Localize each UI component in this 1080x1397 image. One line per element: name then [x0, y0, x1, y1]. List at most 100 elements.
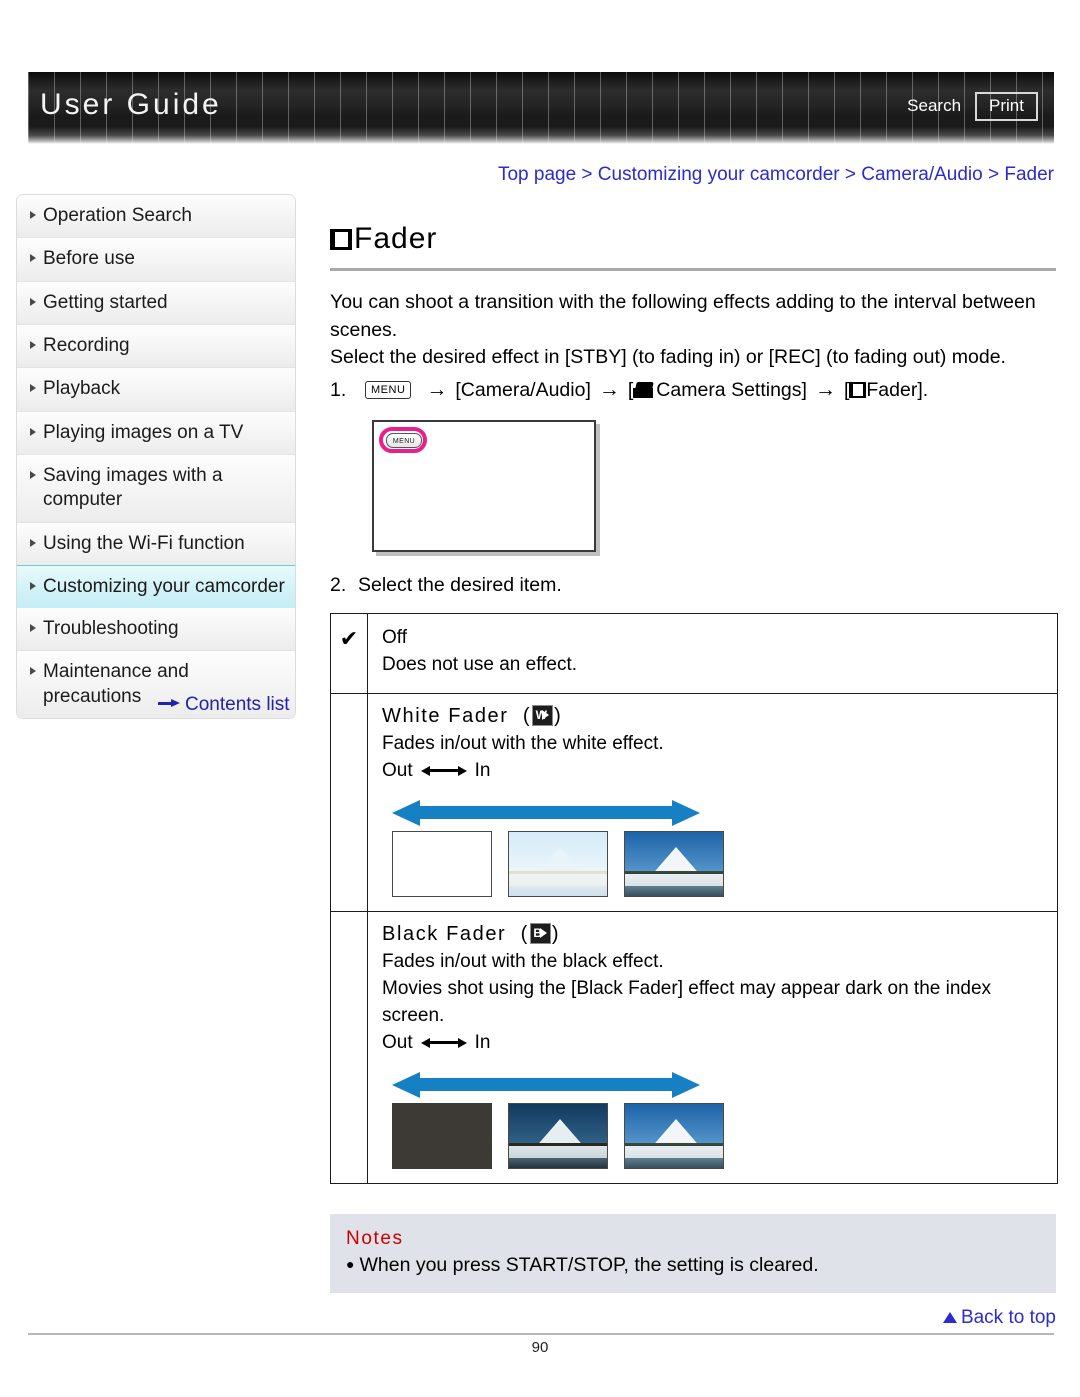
- chevron-right-icon: [30, 340, 36, 349]
- double-arrow-icon: [420, 1037, 467, 1049]
- intro-paragraph: You can shoot a transition with the foll…: [330, 289, 1056, 372]
- site-title: User Guide: [40, 88, 222, 121]
- checkmark-icon: ✔: [331, 614, 368, 693]
- transition-arrow-icon: [392, 799, 700, 826]
- sidebar-item-playing-images-on-a-tv[interactable]: Playing images on a TV: [17, 411, 295, 455]
- notes-title: Notes: [346, 1227, 404, 1249]
- table-row[interactable]: Black Fader (B) Fades in/out with the bl…: [331, 911, 1057, 1183]
- paren-close: ): [554, 705, 563, 727]
- chevron-right-icon: [30, 254, 36, 263]
- black-fader-sequence: [392, 1102, 1043, 1169]
- sidebar-item-label: Customizing your camcorder: [43, 575, 285, 597]
- triangle-up-icon: [942, 1311, 957, 1323]
- menu-button-glyph[interactable]: MENU: [386, 433, 422, 449]
- breadcrumb[interactable]: Top page > Customizing your camcorder > …: [330, 164, 1054, 186]
- chevron-right-icon: [30, 427, 36, 436]
- transition-arrow-icon: [392, 1071, 700, 1098]
- contents-list-label: Contents list: [185, 694, 290, 715]
- paren-open: (: [515, 705, 532, 727]
- footer-divider: [28, 1333, 1054, 1335]
- chevron-right-icon: [30, 667, 36, 676]
- thumbnail-black-faded: [508, 1102, 608, 1169]
- thumbnail-white-blank: [392, 830, 492, 897]
- chevron-right-icon: [30, 624, 36, 633]
- checkmark-placeholder: [331, 911, 368, 1183]
- fader-film-icon: [330, 228, 352, 250]
- play-triangle-icon: [542, 710, 550, 720]
- sidebar-item-label: Operation Search: [43, 205, 192, 226]
- step-1-number: 1.: [330, 378, 347, 401]
- sidebar-item-label: Getting started: [43, 291, 168, 313]
- sidebar-item-using-the-wifi-function[interactable]: Using the Wi-Fi function: [17, 522, 295, 566]
- sidebar-item-before-use[interactable]: Before use: [17, 238, 295, 282]
- print-button[interactable]: Print: [975, 92, 1038, 121]
- notes-item-text: When you press START/STOP, the setting i…: [359, 1253, 819, 1276]
- checkmark-placeholder: [331, 694, 368, 911]
- sidebar-item-troubleshooting[interactable]: Troubleshooting: [17, 608, 295, 652]
- option-desc-off: Does not use an effect.: [382, 654, 578, 676]
- thumbnail-white-faded: [508, 830, 608, 897]
- sidebar-item-playback[interactable]: Playback: [17, 368, 295, 412]
- option-desc-black-fader-1: Fades in/out with the black effect.: [382, 950, 664, 972]
- sidebar-item-label: Using the Wi-Fi function: [43, 532, 245, 554]
- menu-screen-diagram: MENU: [372, 420, 596, 553]
- step-2-text: Select the desired item.: [358, 574, 562, 597]
- arrow-right-icon: [158, 699, 180, 708]
- arrow-right-icon: →: [598, 378, 620, 402]
- contents-list-link[interactable]: Contents list: [158, 694, 290, 716]
- out-label: Out: [382, 759, 413, 781]
- step-2: 2. Select the desired item.: [330, 574, 1056, 597]
- step-1-camera-audio: [Camera/Audio]: [455, 378, 591, 401]
- option-label: Black Fader: [382, 922, 507, 945]
- search-button[interactable]: Search: [907, 96, 961, 116]
- sidebar-item-label: Troubleshooting: [43, 618, 179, 640]
- notes-box: Notes ● When you press START/STOP, the se…: [330, 1213, 1056, 1293]
- sidebar-item-operation-search[interactable]: Operation Search: [17, 195, 295, 239]
- step-2-number: 2.: [330, 574, 347, 597]
- chevron-right-icon: [30, 297, 36, 306]
- fader-options-table: ✔ Off Does not use an effect. White Fade…: [330, 613, 1058, 1184]
- intro-line-1: You can shoot a transition with the foll…: [330, 291, 1036, 341]
- paren-open: (: [513, 922, 529, 945]
- sidebar-item-getting-started[interactable]: Getting started: [17, 281, 295, 325]
- page-title-label: Fader: [354, 222, 438, 255]
- white-fader-icon: W: [532, 705, 554, 726]
- paren-close: ): [551, 922, 561, 945]
- camera-settings-icon: [633, 382, 654, 399]
- play-triangle-icon: [539, 927, 547, 938]
- option-desc-white-fader: Fades in/out with the white effect.: [382, 733, 664, 754]
- back-to-top-link[interactable]: Back to top: [330, 1307, 1056, 1329]
- white-fader-sequence: [392, 830, 1043, 897]
- sidebar-item-customizing-your-camcorder[interactable]: Customizing your camcorder: [17, 564, 295, 610]
- black-fader-icon: B: [529, 922, 551, 944]
- thumbnail-white-full: [624, 830, 724, 897]
- sidebar-item-label: Playback: [43, 378, 121, 400]
- option-body: Off Does not use an effect.: [368, 614, 1057, 693]
- out-label: Out: [382, 1031, 413, 1053]
- bullet-icon: ●: [346, 1255, 355, 1272]
- sidebar-item-label: Before use: [43, 248, 135, 270]
- page-title: Fader: [330, 222, 1056, 256]
- chevron-right-icon: [30, 538, 36, 547]
- fader-film-icon: [849, 382, 867, 399]
- step-1-fader: Fader].: [866, 378, 929, 401]
- menu-button-icon: MENU: [365, 381, 412, 399]
- step-1: 1. MENU → [Camera/Audio] → [ Camera Sett…: [330, 378, 1056, 402]
- back-to-top-label: Back to top: [960, 1306, 1056, 1328]
- chevron-right-icon: [30, 470, 36, 479]
- sidebar-item-saving-images-with-a-computer[interactable]: Saving images with a computer: [17, 454, 295, 523]
- sidebar-item-recording[interactable]: Recording: [17, 324, 295, 369]
- step-1-camera-settings: Camera Settings]: [656, 378, 807, 401]
- title-divider: [330, 268, 1056, 271]
- option-label: White Fader: [382, 705, 509, 727]
- option-body: Black Fader (B) Fades in/out with the bl…: [368, 912, 1057, 1183]
- main-content: Fader You can shoot a transition with th…: [330, 222, 1058, 1329]
- header-actions: Search Print: [907, 92, 1038, 121]
- in-out-legend: Out In: [382, 760, 1043, 782]
- double-arrow-icon: [420, 765, 467, 777]
- table-row[interactable]: White Fader (W) Fades in/out with the wh…: [331, 694, 1057, 912]
- arrow-right-icon: →: [426, 378, 448, 402]
- table-row[interactable]: ✔ Off Does not use an effect.: [331, 614, 1057, 694]
- sidebar-item-label: Playing images on a TV: [43, 421, 244, 443]
- notes-item: ● When you press START/STOP, the setting …: [346, 1254, 1040, 1277]
